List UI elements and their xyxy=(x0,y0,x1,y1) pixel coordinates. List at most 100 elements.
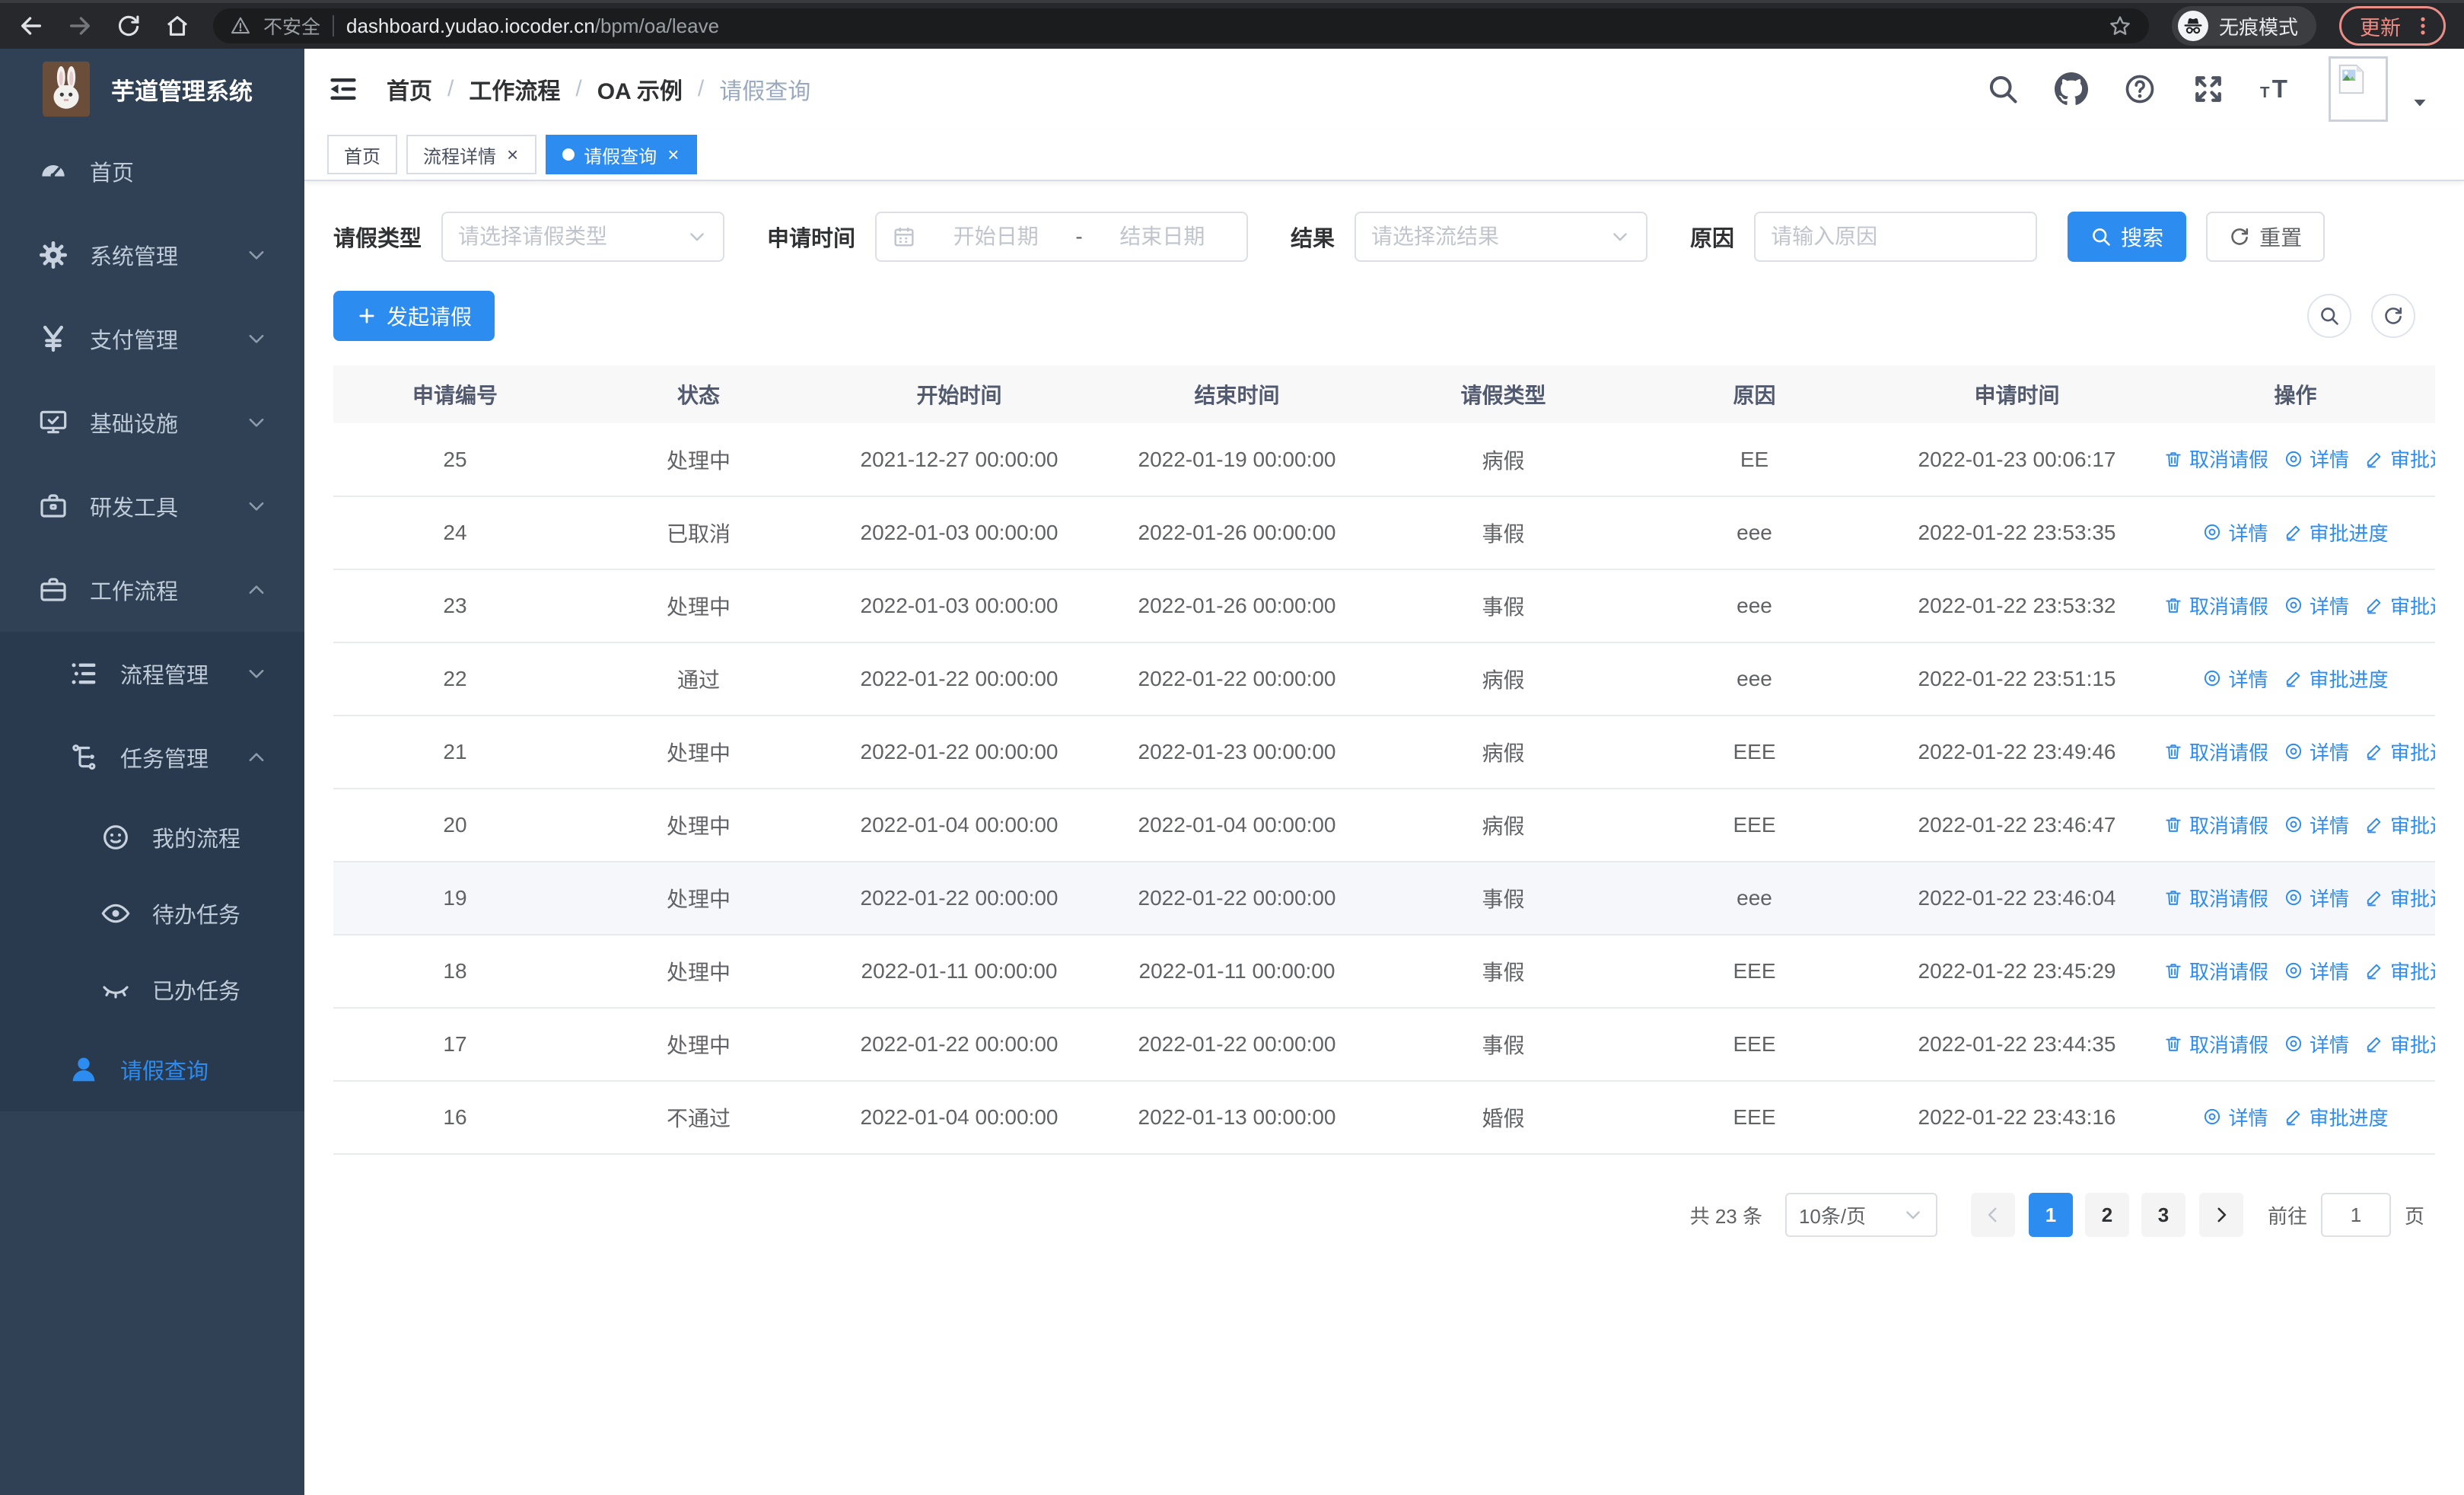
result-label: 结果 xyxy=(1291,227,1335,251)
action-label: 审批进度 xyxy=(2390,960,2435,983)
browser-back-button[interactable] xyxy=(18,13,44,39)
browser-refresh-button[interactable] xyxy=(116,13,142,39)
progress-link[interactable]: 审批进度 xyxy=(2364,738,2435,766)
browser-home-button[interactable] xyxy=(164,13,190,39)
progress-link[interactable]: 审批进度 xyxy=(2284,1103,2389,1131)
sidebar-item-task-mgmt[interactable]: 任务管理 xyxy=(0,716,304,799)
sidebar-item-infra[interactable]: 基础设施 xyxy=(0,381,304,464)
cancel-leave-link[interactable]: 取消请假 xyxy=(2163,1030,2268,1058)
prev-page-button[interactable] xyxy=(1970,1193,2015,1237)
end-date-input[interactable] xyxy=(1093,225,1232,249)
sidebar-item-workflow[interactable]: 工作流程 xyxy=(0,548,304,632)
cell-actions: 详情 审批进度 xyxy=(2156,1081,2435,1155)
result-value[interactable] xyxy=(1371,225,1610,249)
trash-icon xyxy=(2163,961,2183,980)
result-select[interactable] xyxy=(1355,212,1648,262)
detail-link[interactable]: 详情 xyxy=(2284,811,2349,839)
cancel-leave-link[interactable]: 取消请假 xyxy=(2163,884,2268,912)
table-search-button[interactable] xyxy=(2307,294,2351,338)
github-icon[interactable] xyxy=(2055,72,2088,106)
page-size-value: 10条/页 xyxy=(1798,1204,1867,1228)
sidebar-item-home[interactable]: 首页 xyxy=(0,129,304,213)
update-button[interactable]: 更新 xyxy=(2339,6,2446,46)
create-leave-button[interactable]: 发起请假 xyxy=(333,291,495,341)
progress-link[interactable]: 审批进度 xyxy=(2364,445,2435,473)
cell-id: 18 xyxy=(333,935,577,1009)
pen-icon xyxy=(2284,668,2303,688)
detail-link[interactable]: 详情 xyxy=(2202,665,2268,693)
breadcrumb-item[interactable]: OA 示例 xyxy=(597,72,683,106)
sidebar-item-done-tasks[interactable]: 已办任务 xyxy=(0,952,304,1028)
page-button-3[interactable]: 3 xyxy=(2141,1193,2185,1237)
progress-link[interactable]: 审批进度 xyxy=(2364,591,2435,620)
cell-end-time: 2022-01-22 00:00:00 xyxy=(1098,862,1376,936)
sidebar-item-devtools[interactable]: 研发工具 xyxy=(0,464,304,548)
detail-link[interactable]: 详情 xyxy=(2284,738,2349,766)
detail-link[interactable]: 详情 xyxy=(2202,1103,2268,1131)
cancel-leave-link[interactable]: 取消请假 xyxy=(2163,957,2268,985)
tab-leave-query[interactable]: 请假查询 × xyxy=(546,135,698,174)
progress-link[interactable]: 审批进度 xyxy=(2364,884,2435,912)
column-header: 请假类型 xyxy=(1376,365,1631,423)
sidebar-item-leave-query[interactable]: 请假查询 xyxy=(0,1028,304,1111)
browser-menu-icon[interactable] xyxy=(2411,14,2434,37)
tab-process-detail[interactable]: 流程详情 × xyxy=(406,135,537,174)
action-label: 详情 xyxy=(2228,521,2268,545)
reason-input[interactable] xyxy=(1771,225,2021,249)
sidebar-collapse-icon[interactable] xyxy=(327,73,359,105)
breadcrumb-item[interactable]: 首页 xyxy=(387,72,432,106)
progress-link[interactable]: 审批进度 xyxy=(2284,518,2389,547)
progress-link[interactable]: 审批进度 xyxy=(2284,665,2389,693)
page-size-select[interactable]: 10条/页 xyxy=(1784,1193,1937,1237)
goto-page-input[interactable] xyxy=(2320,1193,2391,1237)
cancel-leave-link[interactable]: 取消请假 xyxy=(2163,445,2268,473)
cell-apply-time: 2022-01-22 23:51:15 xyxy=(1878,642,2156,716)
apply-time-range[interactable]: - xyxy=(875,212,1249,262)
reset-button[interactable]: 重置 xyxy=(2206,212,2326,262)
leave-type-select[interactable] xyxy=(441,212,725,262)
detail-link[interactable]: 详情 xyxy=(2284,1030,2349,1058)
fullscreen-icon[interactable] xyxy=(2192,72,2225,106)
help-icon[interactable] xyxy=(2123,72,2157,106)
tab-home[interactable]: 首页 xyxy=(327,135,397,174)
avatar[interactable] xyxy=(2329,56,2388,122)
detail-link[interactable]: 详情 xyxy=(2202,518,2268,547)
browser-forward-button[interactable] xyxy=(67,13,93,39)
font-size-icon[interactable]: TT xyxy=(2260,72,2294,106)
next-page-button[interactable] xyxy=(2198,1193,2243,1237)
detail-link[interactable]: 详情 xyxy=(2284,957,2349,985)
url-bar[interactable]: 不安全 dashboard.yudao.iocoder.cn/bpm/oa/le… xyxy=(213,8,2149,43)
cell-apply-time: 2022-01-22 23:46:47 xyxy=(1878,789,2156,862)
detail-link[interactable]: 详情 xyxy=(2284,884,2349,912)
cancel-leave-link[interactable]: 取消请假 xyxy=(2163,811,2268,839)
page-button-2[interactable]: 2 xyxy=(2084,1193,2129,1237)
sidebar-item-todo-tasks[interactable]: 待办任务 xyxy=(0,875,304,952)
search-icon[interactable] xyxy=(1986,72,2020,106)
detail-link[interactable]: 详情 xyxy=(2284,591,2349,620)
progress-link[interactable]: 审批进度 xyxy=(2364,811,2435,839)
detail-link[interactable]: 详情 xyxy=(2284,445,2349,473)
table-row: 20 处理中 2022-01-04 00:00:00 2022-01-04 00:00… xyxy=(333,789,2435,862)
cancel-leave-link[interactable]: 取消请假 xyxy=(2163,591,2268,620)
leave-type-value[interactable] xyxy=(458,225,687,249)
sidebar-item-payment[interactable]: 支付管理 xyxy=(0,297,304,381)
search-button[interactable]: 搜索 xyxy=(2068,212,2187,262)
table-refresh-button[interactable] xyxy=(2371,294,2415,338)
cancel-leave-link[interactable]: 取消请假 xyxy=(2163,738,2268,766)
start-date-input[interactable] xyxy=(927,225,1065,249)
progress-link[interactable]: 审批进度 xyxy=(2364,957,2435,985)
sidebar-item-my-process[interactable]: 我的流程 xyxy=(0,799,304,875)
page-button-1[interactable]: 1 xyxy=(2028,1193,2073,1237)
avatar-caret-icon[interactable] xyxy=(2409,92,2431,113)
pen-icon xyxy=(2364,741,2384,761)
security-warning-icon[interactable] xyxy=(230,15,251,37)
pen-icon xyxy=(2284,522,2303,542)
breadcrumb-item[interactable]: 工作流程 xyxy=(469,72,560,106)
progress-link[interactable]: 审批进度 xyxy=(2364,1030,2435,1058)
sidebar-item-system[interactable]: 系统管理 xyxy=(0,213,304,297)
close-icon[interactable]: × xyxy=(666,145,680,164)
close-icon[interactable]: × xyxy=(505,145,520,164)
bookmark-star-icon[interactable] xyxy=(2108,14,2132,38)
sidebar-item-process-mgmt[interactable]: 流程管理 xyxy=(0,632,304,716)
cell-actions: 详情 审批进度 xyxy=(2156,496,2435,570)
